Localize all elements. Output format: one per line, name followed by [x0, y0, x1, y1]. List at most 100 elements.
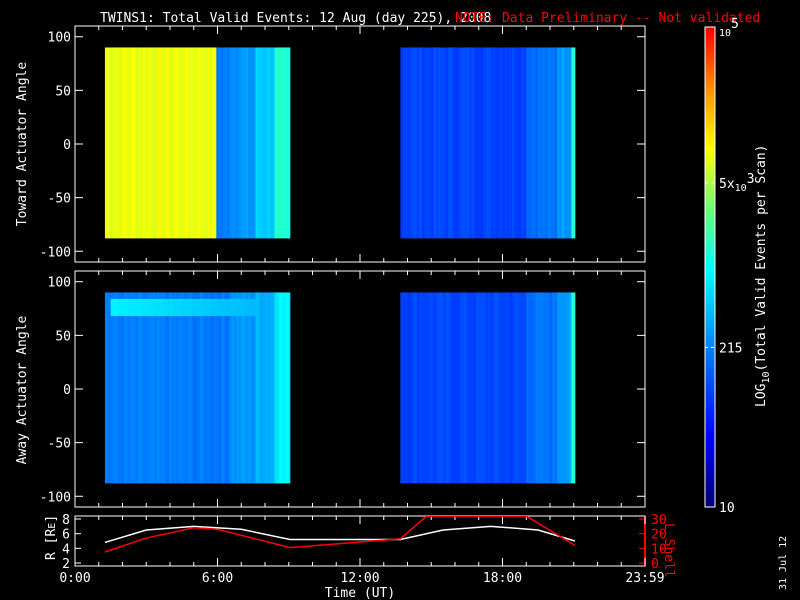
heatmap-band-cell	[110, 298, 114, 317]
heatmap-cell	[246, 292, 249, 484]
heatmap-band-cell	[139, 298, 142, 317]
colorbar-swatch	[705, 319, 715, 324]
colorbar-swatch	[705, 87, 715, 92]
heatmap-cell	[478, 47, 482, 239]
r-tick-label: 4	[62, 542, 70, 557]
heatmap-cell	[490, 292, 494, 484]
colorbar-swatch	[705, 47, 715, 52]
heatmap-cell	[547, 292, 551, 484]
colorbar-swatch	[705, 187, 715, 192]
colorbar-swatch	[705, 255, 715, 260]
heatmap-band-cell	[236, 298, 240, 317]
heatmap-cell	[507, 47, 511, 239]
heatmap-cell	[250, 292, 254, 484]
colorbar-swatch	[705, 459, 715, 464]
heatmap-band-cell	[146, 298, 150, 317]
heatmap-cell	[236, 292, 240, 484]
colorbar-swatch	[705, 287, 715, 292]
colorbar-swatch	[705, 311, 715, 316]
heatmap-cell	[286, 292, 290, 484]
colorbar-swatch	[705, 243, 715, 248]
heatmap-band-cell	[117, 298, 121, 317]
heatmap-cell	[523, 292, 527, 484]
colorbar-swatch	[705, 359, 715, 364]
colorbar-swatch	[705, 167, 715, 172]
heatmap-cell	[109, 292, 113, 484]
colorbar-swatch	[705, 487, 715, 492]
heatmap-cell	[188, 47, 191, 239]
heatmap-cell	[531, 47, 534, 239]
heatmap-cell	[545, 47, 549, 239]
heatmap-cell	[112, 47, 115, 239]
heatmap-cell	[400, 292, 404, 484]
colorbar-swatch	[705, 443, 715, 448]
colorbar-swatch	[705, 231, 715, 236]
heatmap-band-cell	[186, 298, 190, 317]
colorbar-swatch	[705, 275, 715, 280]
heatmap-cell	[288, 292, 291, 484]
heatmap-cell	[481, 47, 484, 239]
heatmap-cell	[147, 47, 151, 239]
heatmap-band-cell	[132, 298, 135, 317]
colorbar-swatch	[705, 227, 715, 232]
lshell-line	[104, 516, 576, 553]
heatmap-cell	[436, 47, 439, 239]
heatmap-cell	[123, 47, 127, 239]
heatmap-cell	[561, 47, 565, 239]
heatmap-cell	[178, 47, 182, 239]
heatmap-cell	[502, 292, 506, 484]
colorbar-swatch	[705, 63, 715, 68]
colorbar-swatch	[705, 419, 715, 424]
colorbar-swatch	[705, 191, 715, 196]
heatmap-cell	[459, 292, 463, 484]
colorbar-swatch	[705, 375, 715, 380]
heatmap-cell	[190, 292, 194, 484]
heatmap-cell	[119, 292, 122, 484]
ytick-label: 100	[48, 31, 71, 46]
heatmap-cell	[171, 47, 175, 239]
heatmap-cell	[438, 292, 442, 484]
heatmap-cell	[229, 292, 233, 484]
heatmap-cell	[414, 292, 418, 484]
heatmap-cell	[229, 47, 233, 239]
heatmap-cell	[140, 47, 144, 239]
ytick-label: -50	[48, 192, 71, 207]
heatmap-cell	[526, 292, 530, 484]
heatmap-cell	[180, 47, 184, 239]
colorbar-swatch	[705, 35, 715, 40]
colorbar-swatch	[705, 103, 715, 108]
heatmap-cell	[438, 47, 442, 239]
heatmap-cell	[150, 47, 153, 239]
colorbar-swatch	[705, 91, 715, 96]
heatmap-band-cell	[136, 298, 140, 317]
ytick-label: 50	[55, 84, 71, 99]
colorbar-swatch	[705, 411, 715, 416]
colorbar-swatch	[705, 267, 715, 272]
heatmap-cell	[535, 47, 539, 239]
heatmap-cell	[255, 47, 259, 239]
heatmap-cell	[540, 47, 544, 239]
heatmap-cell	[521, 47, 525, 239]
colorbar-swatch	[705, 27, 715, 32]
heatmap-cell	[133, 47, 137, 239]
heatmap-cell	[107, 47, 111, 239]
heatmap-band-cell	[241, 298, 245, 317]
colorbar-swatch	[705, 175, 715, 180]
heatmap-band-cell	[143, 298, 147, 317]
heatmap-cell	[481, 292, 484, 484]
colorbar-swatch	[705, 39, 715, 44]
heatmap-cell	[185, 292, 189, 484]
heatmap-cell	[267, 292, 271, 484]
colorbar-label: LOG10(Total Valid Events per Scan)	[754, 144, 772, 407]
heatmap-cell	[452, 47, 456, 239]
colorbar-swatch	[705, 95, 715, 100]
heatmap-band-cell	[253, 298, 256, 317]
ytick-label: -50	[48, 437, 71, 452]
heatmap-cell	[138, 47, 141, 239]
heatmap-cell	[269, 292, 273, 484]
heatmap-cell	[512, 47, 515, 239]
heatmap-cell	[265, 292, 268, 484]
heatmap-cell	[223, 292, 227, 484]
heatmap-cell	[542, 47, 546, 239]
heatmap-cell	[147, 292, 151, 484]
